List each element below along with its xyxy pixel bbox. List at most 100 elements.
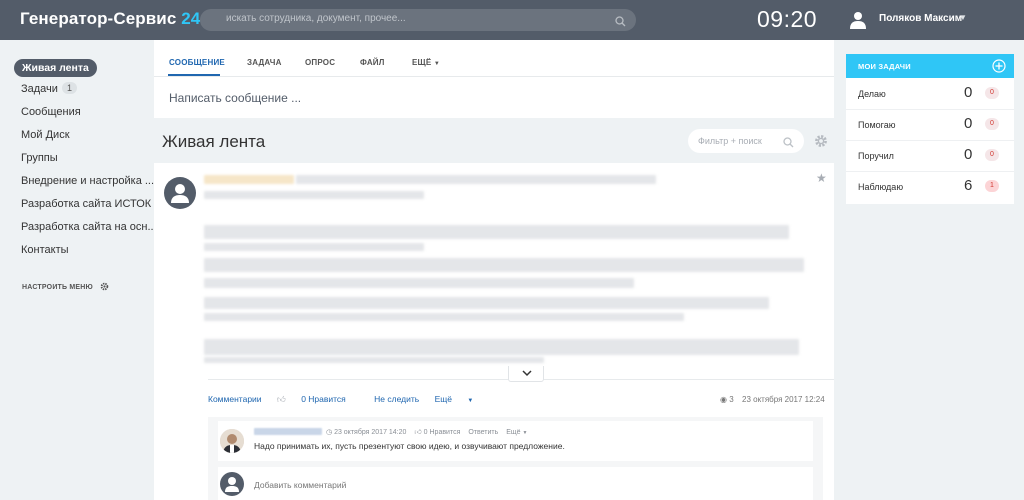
blurred-text-line	[204, 258, 804, 272]
task-row-badge: 0	[985, 87, 999, 99]
reply-link[interactable]: Ответить	[468, 429, 498, 436]
tab-poll[interactable]: ОПРОС	[305, 58, 335, 67]
thumbs-up-icon: 👍︎	[276, 394, 286, 404]
unfollow-link[interactable]: Не следить	[374, 394, 419, 404]
blurred-text-line	[204, 191, 424, 199]
sidebar-item-site-dev[interactable]: Разработка сайта на осн...	[21, 221, 157, 233]
comments-link[interactable]: Комментарии	[208, 394, 262, 404]
sidebar-item-contacts[interactable]: Контакты	[21, 244, 69, 256]
sidebar-item-istok[interactable]: Разработка сайта ИСТОК	[21, 198, 151, 210]
blurred-text-line	[204, 243, 424, 251]
comment-meta: ◷ 23 октября 2017 14:20 👍︎ 0 Нравится От…	[326, 427, 527, 436]
comment-like-button[interactable]: 👍︎ 0 Нравится	[414, 429, 460, 436]
user-avatar-icon[interactable]	[849, 11, 867, 34]
tasks-header[interactable]: МОИ ЗАДАЧИ	[846, 54, 1014, 78]
add-comment-box[interactable]: Добавить комментарий	[218, 467, 813, 500]
search-icon[interactable]	[783, 135, 794, 153]
feed-post: ★ Комментарии 👍︎ 0 Нравится Не следить Е…	[154, 163, 834, 500]
page-title: Живая лента	[162, 132, 266, 151]
blurred-author-name	[204, 175, 294, 184]
task-row-doing[interactable]: Делаю 0 0	[846, 79, 1014, 110]
task-row-assigned[interactable]: Поручил 0 0	[846, 141, 1014, 172]
views-count: 3	[729, 395, 734, 404]
blurred-text-line	[204, 297, 769, 309]
task-row-count: 0	[964, 115, 973, 132]
task-row-label: Помогаю	[858, 120, 896, 130]
comment-more-link[interactable]: Ещё ▼	[506, 429, 527, 436]
filter-placeholder: Фильтр + поиск	[698, 136, 762, 146]
task-row-badge: 0	[985, 118, 999, 130]
chevron-down-icon: ▼	[467, 398, 474, 404]
global-search-input[interactable]: искать сотрудника, документ, прочее...	[200, 9, 636, 31]
like-label: 0 Нравится	[301, 394, 346, 404]
user-name[interactable]: Поляков Максим	[879, 13, 962, 24]
expand-post-button[interactable]	[508, 366, 544, 382]
chevron-down-icon[interactable]: ▼	[959, 13, 967, 22]
sidebar-item-feed[interactable]: Живая лента	[14, 59, 97, 77]
sidebar-item-tasks[interactable]: Задачи 1	[21, 82, 77, 95]
post-form: СООБЩЕНИЕ ЗАДАЧА ОПРОС ФАЙЛ ЕЩЁ ▼ Написа…	[154, 40, 834, 118]
add-task-icon[interactable]	[992, 59, 1006, 78]
blurred-text-line	[204, 225, 789, 239]
author-avatar[interactable]	[164, 177, 196, 209]
comment-item: ◷ 23 октября 2017 14:20 👍︎ 0 Нравится От…	[218, 421, 813, 461]
task-row-label: Делаю	[858, 89, 886, 99]
task-row-badge: 0	[985, 149, 999, 161]
star-icon[interactable]: ★	[816, 171, 827, 185]
more-label: Ещё	[434, 394, 452, 404]
clock-time[interactable]: 09:20	[757, 6, 817, 33]
top-header: Генератор-Сервис 24 искать сотрудника, д…	[0, 0, 1024, 40]
tasks-title: МОИ ЗАДАЧИ	[858, 62, 911, 71]
task-row-label: Наблюдаю	[858, 182, 904, 192]
sidebar-item-implementation[interactable]: Внедрение и настройка ...	[21, 175, 154, 187]
task-row-count: 0	[964, 146, 973, 163]
views-counter: ◉ 3	[720, 395, 734, 404]
commenter-avatar[interactable]	[220, 429, 244, 453]
search-icon[interactable]	[615, 14, 626, 32]
sidebar-item-disk[interactable]: Мой Диск	[21, 129, 70, 141]
task-row-watching[interactable]: Наблюдаю 6 1	[846, 172, 1014, 203]
post-actions: Комментарии 👍︎ 0 Нравится Не следить Ещё…	[208, 394, 499, 405]
eye-icon: ◉	[720, 395, 727, 404]
add-comment-placeholder: Добавить комментарий	[254, 480, 347, 490]
tab-message[interactable]: СООБЩЕНИЕ	[169, 58, 225, 67]
tab-task[interactable]: ЗАДАЧА	[247, 58, 282, 67]
tab-more-label: ЕЩЁ	[412, 58, 432, 67]
blurred-commenter-name	[254, 428, 322, 435]
configure-menu-label: НАСТРОИТЬ МЕНЮ	[22, 284, 93, 291]
sidebar-item-label: Задачи	[21, 83, 58, 95]
current-user-avatar	[220, 472, 244, 496]
sidebar-item-groups[interactable]: Группы	[21, 152, 58, 164]
comment-like-label: 0 Нравится	[423, 429, 461, 436]
more-actions-link[interactable]: Ещё ▼	[435, 394, 487, 404]
task-row-helping[interactable]: Помогаю 0 0	[846, 110, 1014, 141]
configure-menu-button[interactable]: НАСТРОИТЬ МЕНЮ	[22, 282, 109, 291]
thumbs-up-icon: 👍︎	[414, 429, 422, 436]
post-date[interactable]: 23 октября 2017 12:24	[742, 395, 825, 404]
tab-more[interactable]: ЕЩЁ ▼	[412, 58, 440, 67]
blurred-text-line	[204, 339, 799, 355]
task-row-count: 0	[964, 84, 973, 101]
blurred-text-line	[296, 175, 656, 184]
blurred-text-line	[204, 313, 684, 321]
gear-icon	[100, 282, 109, 291]
task-row-count: 6	[964, 177, 973, 194]
chevron-down-icon: ▼	[433, 61, 441, 67]
gear-icon[interactable]	[814, 134, 828, 153]
sidebar-item-messages[interactable]: Сообщения	[21, 106, 81, 118]
like-button[interactable]: 👍︎ 0 Нравится	[277, 394, 359, 404]
search-placeholder: искать сотрудника, документ, прочее...	[226, 13, 406, 24]
chevron-down-icon: ▼	[522, 430, 528, 436]
portal-logo[interactable]: Генератор-Сервис 24	[20, 9, 200, 29]
tabs-divider	[154, 76, 834, 77]
comment-more-label: Ещё	[506, 429, 521, 436]
task-row-label: Поручил	[858, 151, 894, 161]
my-tasks-widget: МОИ ЗАДАЧИ Делаю 0 0 Помогаю 0 0 Поручил…	[846, 54, 1014, 204]
filter-search-input[interactable]: Фильтр + поиск	[688, 129, 804, 153]
comment-date[interactable]: 23 октября 2017 14:20	[334, 429, 406, 436]
message-input[interactable]: Написать сообщение ...	[169, 91, 301, 105]
tab-file[interactable]: ФАЙЛ	[360, 58, 385, 67]
blurred-text-line	[204, 357, 544, 363]
task-row-badge: 1	[985, 180, 999, 192]
tasks-counter-badge: 1	[61, 82, 77, 94]
